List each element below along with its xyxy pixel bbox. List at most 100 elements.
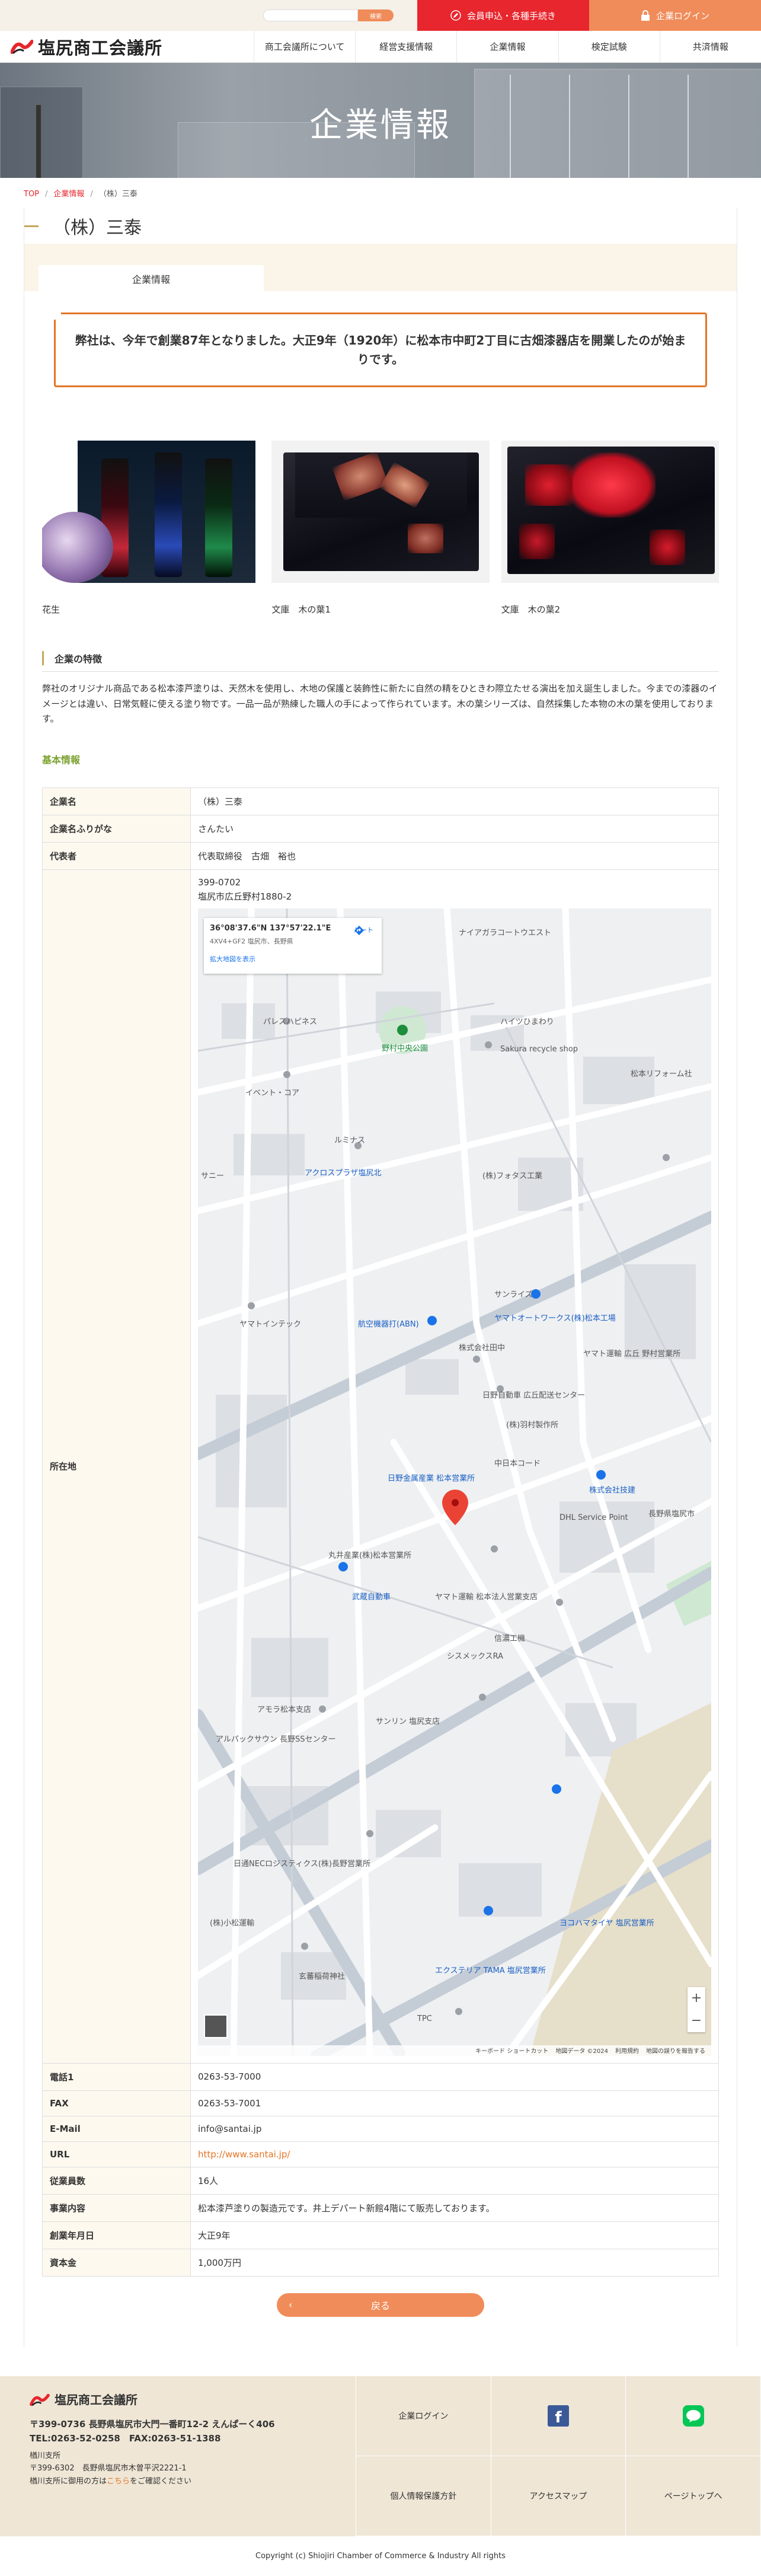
row-label: 事業内容	[42, 2194, 191, 2222]
product-image-box-leaf-2	[501, 441, 719, 583]
basic-info-table: 企業名 （株）三泰 企業名ふりがな さんたい 代表者 代表取締役 古畑 裕也 所在地 …	[42, 787, 719, 2277]
footer-company-login-link[interactable]: 企業ログイン	[356, 2376, 491, 2456]
footer-access-map-link[interactable]: アクセスマップ	[491, 2456, 626, 2536]
map-label: パレスハピネス	[263, 1017, 318, 1026]
nav-item-about[interactable]: 商工会議所について	[254, 31, 355, 62]
company-login-button[interactable]: 企業ログイン	[589, 0, 761, 31]
chamber-logo-icon	[30, 2393, 50, 2406]
footer-privacy-policy-link[interactable]: 個人情報保護方針	[356, 2456, 491, 2536]
title-accent-bar	[24, 225, 39, 227]
footer-contact: 塩尻商工会議所 〒399-0736 長野県塩尻市大門一番町12-2 えんぱーく4…	[0, 2376, 356, 2536]
table-row-address: 所在地 399-0702 塩尻市広丘野村1880-2 ナイアガラコートウエスト …	[42, 869, 719, 2064]
breadcrumb: TOP / 企業情報 / （株）三泰	[24, 190, 138, 199]
map-label: ルミナス	[334, 1136, 366, 1145]
nav-item-certification-exam[interactable]: 検定試験	[558, 31, 660, 62]
gallery-item[interactable]: 文庫 木の葉2	[501, 441, 719, 616]
location-map[interactable]: ナイアガラコートウエスト パレスハピネス 野村中央公園 ハイツひまわり Saku…	[198, 908, 711, 2056]
row-value: http://www.santai.jp/	[190, 2141, 719, 2167]
view-larger-map-link[interactable]: 拡大地図を表示	[210, 954, 376, 964]
address-cell: 399-0702 塩尻市広丘野村1880-2 ナイアガラコートウエスト パレスハ…	[190, 869, 719, 2064]
report-error-link[interactable]: 地図の誤りを報告する	[646, 2046, 705, 2055]
map-coordinates: 36°08'37.6"N 137°57'22.1"E	[210, 923, 331, 933]
nav-item-business-support[interactable]: 経営支援情報	[355, 31, 456, 62]
keyboard-shortcuts-link[interactable]: キーボード ショートカット	[475, 2046, 548, 2055]
map-label: 野村中央公園	[382, 1044, 429, 1053]
map-layer-toggle[interactable]	[204, 2014, 228, 2038]
company-url-link[interactable]: http://www.santai.jp/	[198, 2149, 290, 2160]
features-divider	[42, 671, 719, 672]
footer-branch-address: 〒399-6302 長野県塩尻市木曽平沢2221-1	[30, 2464, 187, 2473]
zoom-in-button[interactable]: +	[688, 1987, 705, 2010]
gallery-item[interactable]: 文庫 木の葉1	[271, 441, 490, 616]
gallery-item[interactable]: 花生	[42, 441, 260, 616]
zoom-out-button[interactable]: −	[688, 2010, 705, 2032]
branch-note-suffix: をご確認ください	[130, 2476, 192, 2486]
facebook-icon: f	[547, 2405, 569, 2427]
map-terms-link[interactable]: 利用規約	[615, 2046, 639, 2055]
map-label: 長野県塩尻市	[648, 1509, 695, 1519]
map-label: ハイツひまわり	[500, 1017, 554, 1026]
back-button[interactable]: ‹ 戻る	[277, 2293, 484, 2317]
directions-button[interactable]: ルート	[354, 925, 373, 935]
gallery-caption: 文庫 木の葉1	[271, 604, 331, 615]
footer-logo-text: 塩尻商工会議所	[55, 2392, 138, 2407]
table-row: 企業名 （株）三泰	[42, 787, 719, 815]
map-label: 中日本コード	[494, 1459, 541, 1468]
branch-note-prefix: 楢川支所に御用の方は	[30, 2476, 107, 2486]
breadcrumb-top-link[interactable]: TOP	[24, 190, 39, 199]
row-label: URL	[42, 2141, 191, 2167]
map-label: 松本リフォーム社	[631, 1069, 692, 1079]
gallery-caption: 花生	[42, 604, 60, 615]
table-row: URL http://www.santai.jp/	[42, 2141, 719, 2167]
site-header: 塩尻商工会議所 商工会議所について 経営支援情報 企業情報 検定試験 共済情報	[0, 31, 761, 63]
search-input[interactable]	[263, 9, 358, 21]
row-value: 16人	[190, 2166, 719, 2195]
map-label: ナイアガラコートウエスト	[459, 928, 552, 938]
row-label: FAX	[42, 2090, 191, 2116]
map-label: エクステリア TAMA 塩尻営業所	[435, 1966, 546, 1975]
map-label: サンライズ	[494, 1290, 533, 1299]
map-label: 日野金属産業 松本営業所	[388, 1474, 475, 1483]
search-button[interactable]: 検索	[358, 9, 394, 21]
map-label: シスメックスRA	[447, 1652, 504, 1661]
row-value: さんたい	[190, 814, 719, 843]
row-label: 電話1	[42, 2062, 191, 2091]
member-application-label: 会員申込・各種手続き	[466, 10, 556, 21]
map-data-text: 地図データ ©2024	[555, 2048, 608, 2055]
nav-item-company-info[interactable]: 企業情報	[456, 31, 558, 62]
main-content: （株）三泰 企業情報 弊社は、今年で創業87年となりました。大正9年（1920年…	[24, 208, 737, 2347]
site-logo[interactable]: 塩尻商工会議所	[11, 34, 254, 59]
member-application-button[interactable]: 会員申込・各種手続き	[417, 0, 589, 31]
map-label: アクロスプラザ塩尻北	[305, 1168, 382, 1178]
nav-item-mutual-aid[interactable]: 共済情報	[659, 31, 761, 62]
footer-page-top-link[interactable]: ページトップへ	[626, 2456, 761, 2536]
row-label: 企業名ふりがな	[42, 814, 191, 843]
tab-company-info[interactable]: 企業情報	[39, 265, 264, 291]
tab-area: 企業情報	[24, 244, 737, 291]
row-value: 0263-53-7001	[190, 2090, 719, 2116]
map-label: アモラ松本支店	[257, 1705, 312, 1714]
footer-tel-fax: TEL:0263-52-0258 FAX:0263-51-1388	[30, 2433, 221, 2444]
gallery-caption: 文庫 木の葉2	[501, 604, 561, 615]
map-label: 株式会社技建	[589, 1485, 636, 1495]
product-image-box-leaf-1	[271, 441, 490, 583]
row-value: （株）三泰	[190, 787, 719, 815]
table-row: 事業内容 松本漆芦塗りの製造元です。井上デパート新館4階にて販売しております。	[42, 2194, 719, 2222]
features-heading: 企業の特徴	[42, 651, 719, 665]
branch-here-link[interactable]: こちら	[107, 2477, 130, 2486]
product-image-vases	[42, 441, 260, 583]
site-logo-text: 塩尻商工会議所	[38, 37, 163, 58]
breadcrumb-section-link[interactable]: 企業情報	[53, 190, 84, 199]
table-row: 代表者 代表取締役 古畑 裕也	[42, 841, 719, 870]
line-link[interactable]	[626, 2376, 761, 2456]
postal-code: 399-0702	[198, 876, 241, 888]
chevron-left-icon: ‹	[289, 2299, 293, 2310]
map-label: DHL Service Point	[559, 1513, 628, 1522]
map-label: 玄蕃稲荷神社	[299, 1972, 346, 1981]
row-value: info@santai.jp	[190, 2115, 719, 2142]
map-label: サニー	[201, 1171, 225, 1181]
table-row: 電話1 0263-53-7000	[42, 2062, 719, 2091]
footer-logo[interactable]: 塩尻商工会議所	[30, 2390, 326, 2410]
table-row: 資本金 1,000万円	[42, 2248, 719, 2277]
facebook-link[interactable]: f	[491, 2376, 626, 2456]
